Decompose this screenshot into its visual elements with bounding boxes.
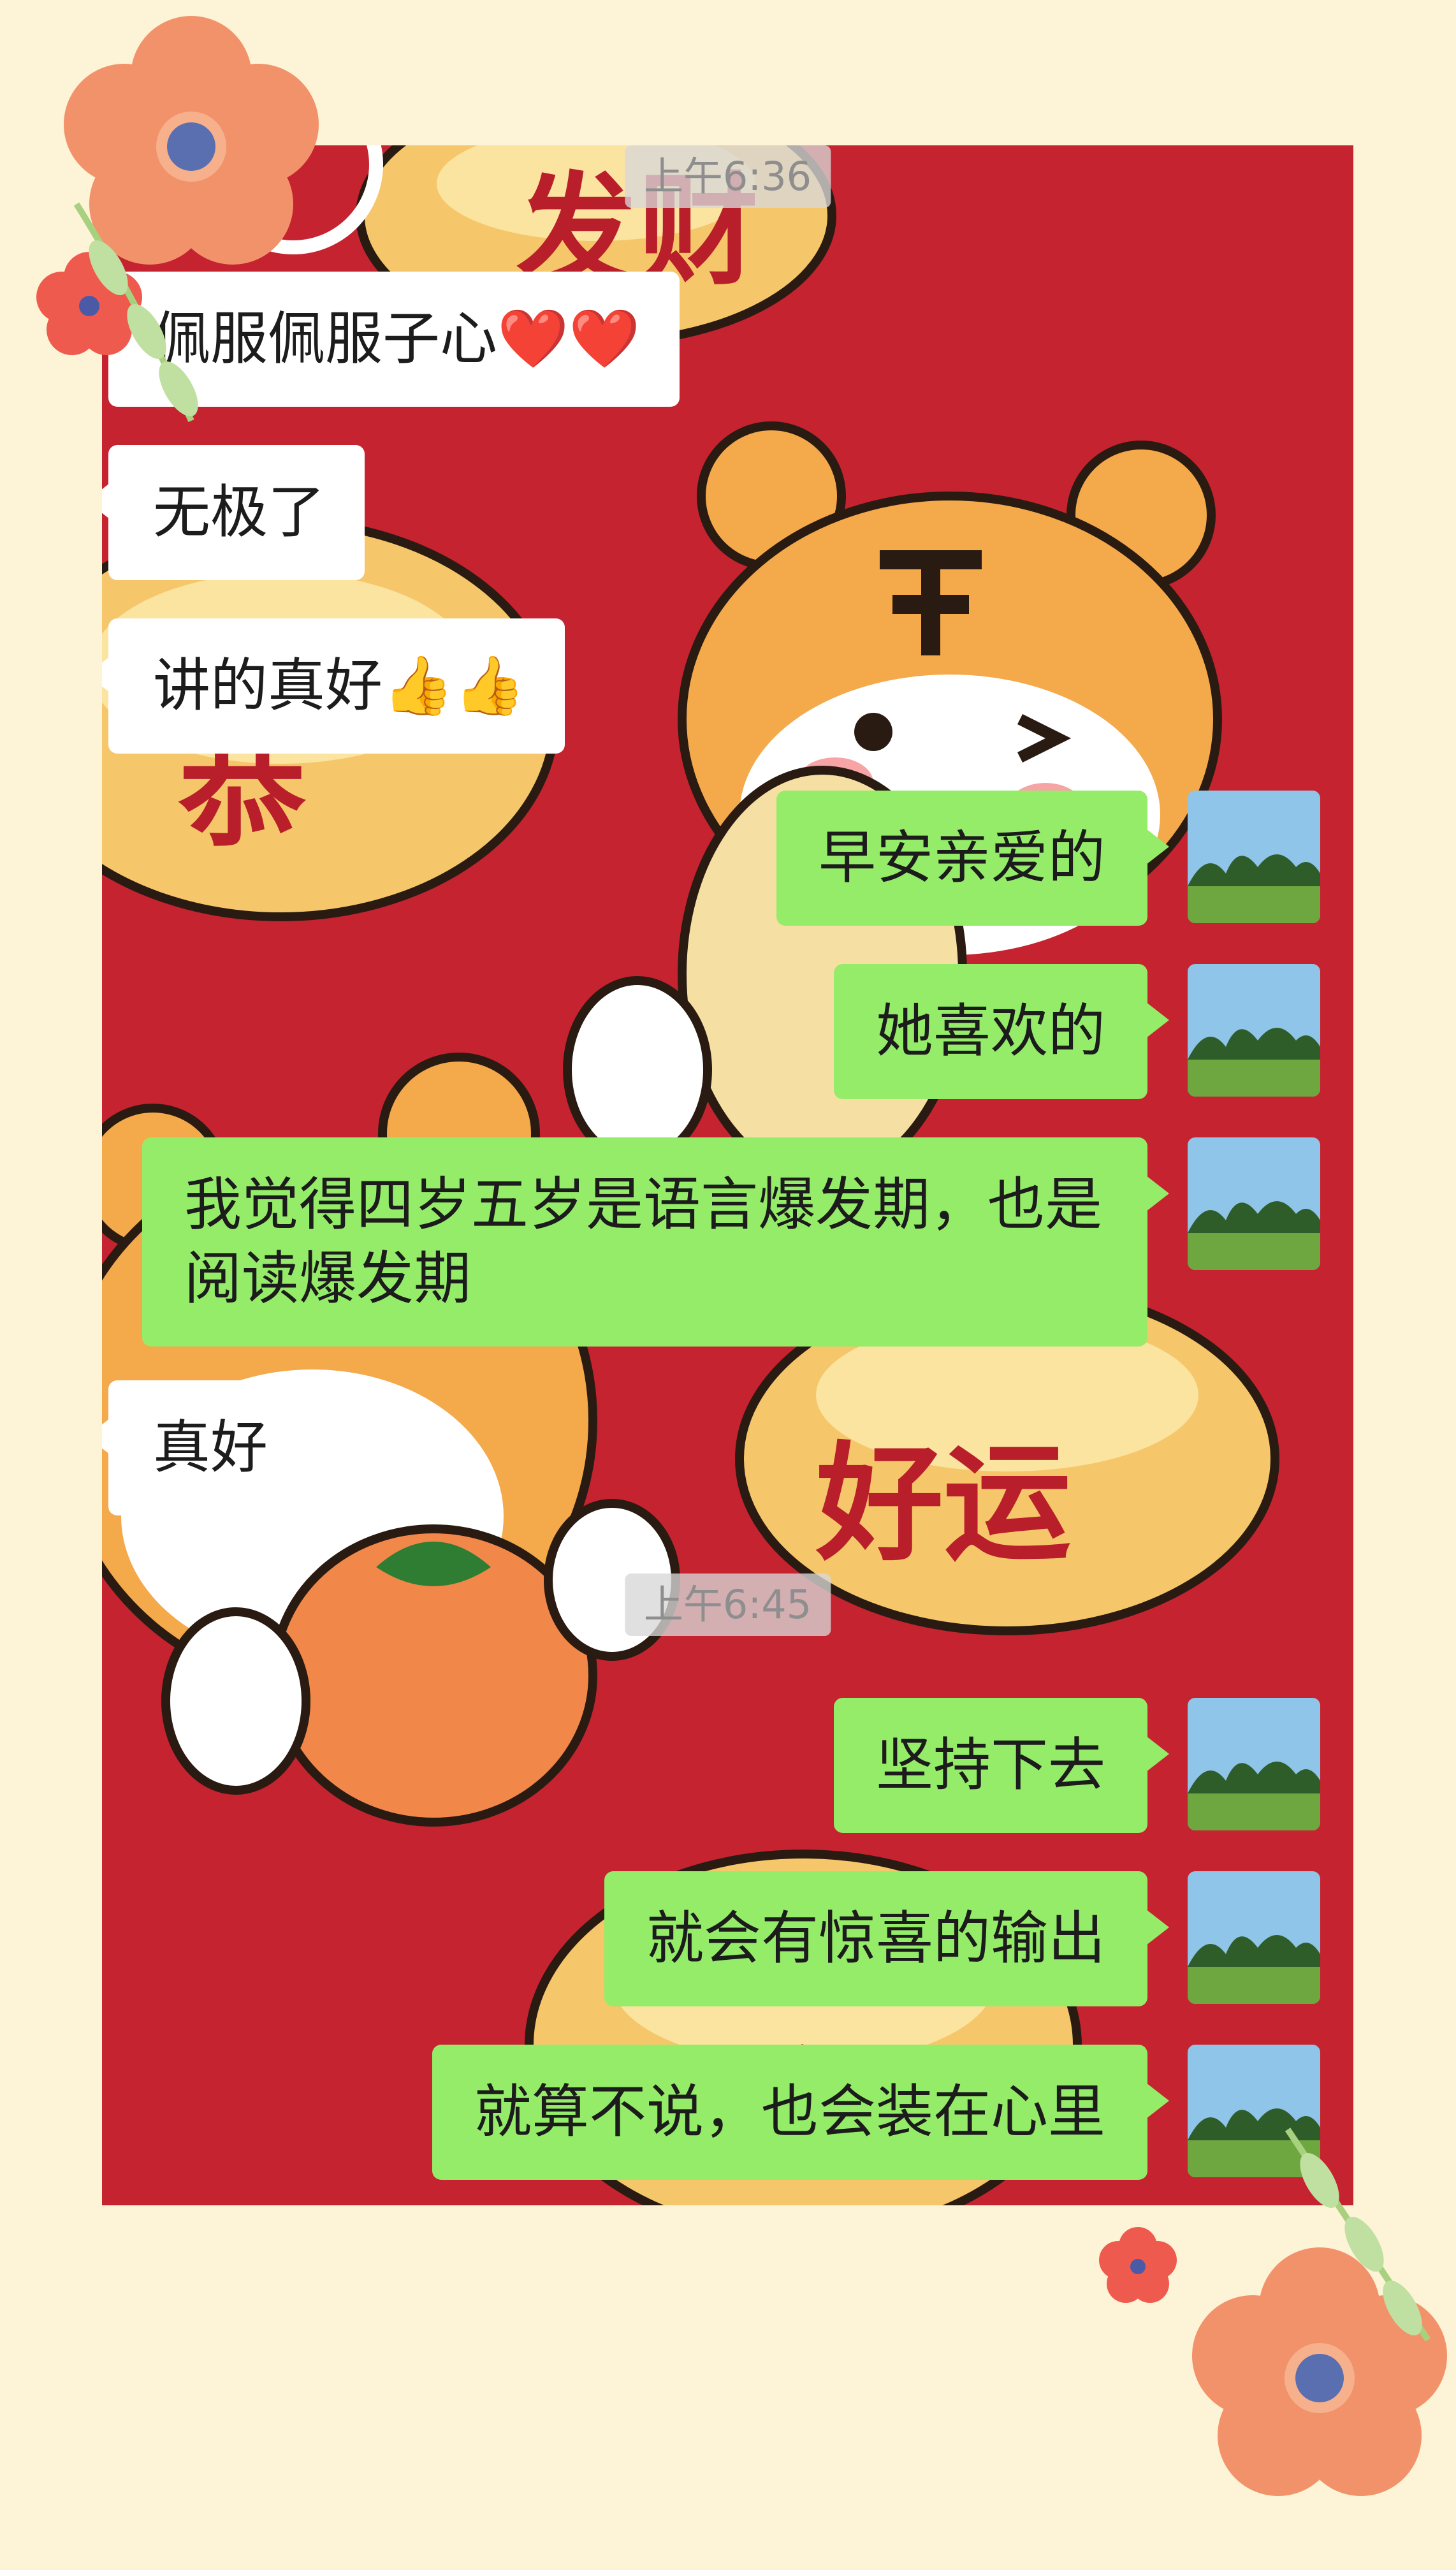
message-bubble-incoming[interactable]: 无极了 (102, 445, 365, 580)
landscape-avatar-icon (1188, 1698, 1320, 1830)
message-bubble-outgoing[interactable]: 我觉得四岁五岁是语言爆发期，也是阅读爆发期 (142, 1137, 1169, 1347)
sticker-text-haoyun: 好运 (815, 1435, 1071, 1576)
landscape-avatar-icon (1188, 791, 1320, 923)
message-text: 我觉得四岁五岁是语言爆发期，也是阅读爆发期 (184, 1171, 1102, 1312)
landscape-avatar-icon (1188, 1137, 1320, 1270)
avatar[interactable] (1188, 1137, 1320, 1270)
message-text: 早安亲爱的 (819, 824, 1105, 891)
message-text: 讲的真好👍👍 (153, 652, 526, 719)
avatar[interactable] (1188, 964, 1320, 1097)
message-bubble-outgoing[interactable]: 坚持下去 (834, 1698, 1169, 1833)
message-text: 坚持下去 (876, 1732, 1105, 1799)
message-bubble-incoming[interactable]: 真好 (102, 1380, 307, 1515)
message-bubble-incoming[interactable]: 讲的真好👍👍 (102, 618, 565, 754)
leaf-icon (1285, 2128, 1431, 2342)
message-text: 就算不说，也会装在心里 (474, 2078, 1105, 2145)
message-bubble-outgoing[interactable]: 就会有惊喜的输出 (604, 1871, 1169, 2006)
landscape-avatar-icon (1188, 964, 1320, 1097)
leaf-icon (73, 202, 198, 423)
timestamp: 上午6:36 (624, 145, 831, 208)
avatar[interactable] (1188, 1871, 1320, 2004)
timestamp: 上午6:45 (624, 1573, 831, 1636)
avatar[interactable] (1188, 791, 1320, 923)
message-bubble-outgoing[interactable]: 她喜欢的 (834, 964, 1169, 1099)
message-bubble-outgoing[interactable]: 早安亲爱的 (776, 791, 1169, 926)
avatar[interactable] (1188, 1698, 1320, 1830)
message-text: 真好 (153, 1414, 268, 1481)
chat-window: 发财 恭 好运 上午6:36 上午6:45 佩服佩服子心❤️❤️ 无极了 讲的真… (102, 145, 1353, 2205)
message-text: 她喜欢的 (876, 998, 1105, 1065)
message-text: 无极了 (153, 479, 325, 546)
landscape-avatar-icon (1188, 1871, 1320, 2004)
message-bubble-outgoing[interactable]: 就算不说，也会装在心里 (432, 2045, 1169, 2180)
flower-icon (1099, 2227, 1177, 2303)
message-text: 就会有惊喜的输出 (646, 1905, 1105, 1972)
